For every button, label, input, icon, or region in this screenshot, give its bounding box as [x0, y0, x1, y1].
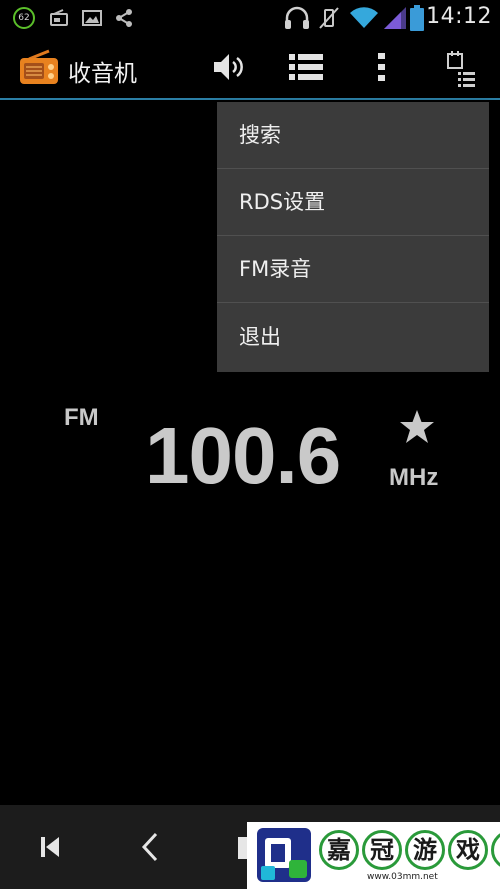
share-icon [116, 9, 132, 27]
watermark-logo [257, 828, 311, 882]
app-title: 收音机 [68, 61, 137, 87]
watermark-char: 戏 [448, 830, 488, 870]
watermark-char: 网 [491, 830, 500, 870]
speaker-icon[interactable] [212, 51, 246, 83]
headset-icon [285, 6, 309, 29]
radio-app-icon [20, 49, 58, 84]
watermark-char: 嘉 [319, 830, 359, 870]
menu-item-fm-record[interactable]: FM录音 [217, 236, 489, 303]
image-notification-icon [82, 10, 102, 26]
menu-item-search[interactable]: 搜索 [217, 102, 489, 169]
action-bar-divider [0, 98, 500, 100]
menu-item-exit[interactable]: 退出 [217, 303, 489, 372]
battery-icon [410, 5, 424, 31]
watermark-text: 嘉 冠 游 戏 网 [319, 830, 500, 870]
overflow-popup-menu: 搜索 RDS设置 FM录音 退出 [217, 102, 489, 372]
watermark-char: 冠 [362, 830, 402, 870]
watermark-url: www.03mm.net [367, 872, 438, 882]
status-bar: 62 14:12 [0, 0, 500, 36]
menu-item-rds-settings[interactable]: RDS设置 [217, 169, 489, 236]
list-icon[interactable] [289, 53, 323, 81]
watermark: 嘉 冠 游 戏 网 www.03mm.net [247, 822, 500, 889]
back-icon[interactable] [140, 832, 160, 862]
skip-previous-icon[interactable] [40, 835, 60, 859]
radio-notification-icon [50, 9, 68, 26]
overflow-menu-icon[interactable] [377, 52, 387, 82]
frequency-value: 100.6 [145, 411, 341, 500]
schedule-list-icon[interactable] [446, 49, 478, 87]
status-time: 14:12 [426, 4, 492, 29]
watermark-char: 游 [405, 830, 445, 870]
band-label: FM [64, 404, 99, 431]
radio-screen: 62 14:12 收音机 搜索 RDS设置 FM录音 退出 FM 100.6 M… [0, 0, 500, 889]
star-icon[interactable] [398, 409, 436, 445]
vibrate-off-icon [319, 7, 339, 29]
frequency-unit: MHz [389, 464, 439, 491]
signal-icon [384, 7, 406, 29]
wifi-icon [350, 7, 378, 29]
action-bar: 收音机 [0, 36, 500, 98]
battery-level-badge: 62 [13, 7, 35, 29]
